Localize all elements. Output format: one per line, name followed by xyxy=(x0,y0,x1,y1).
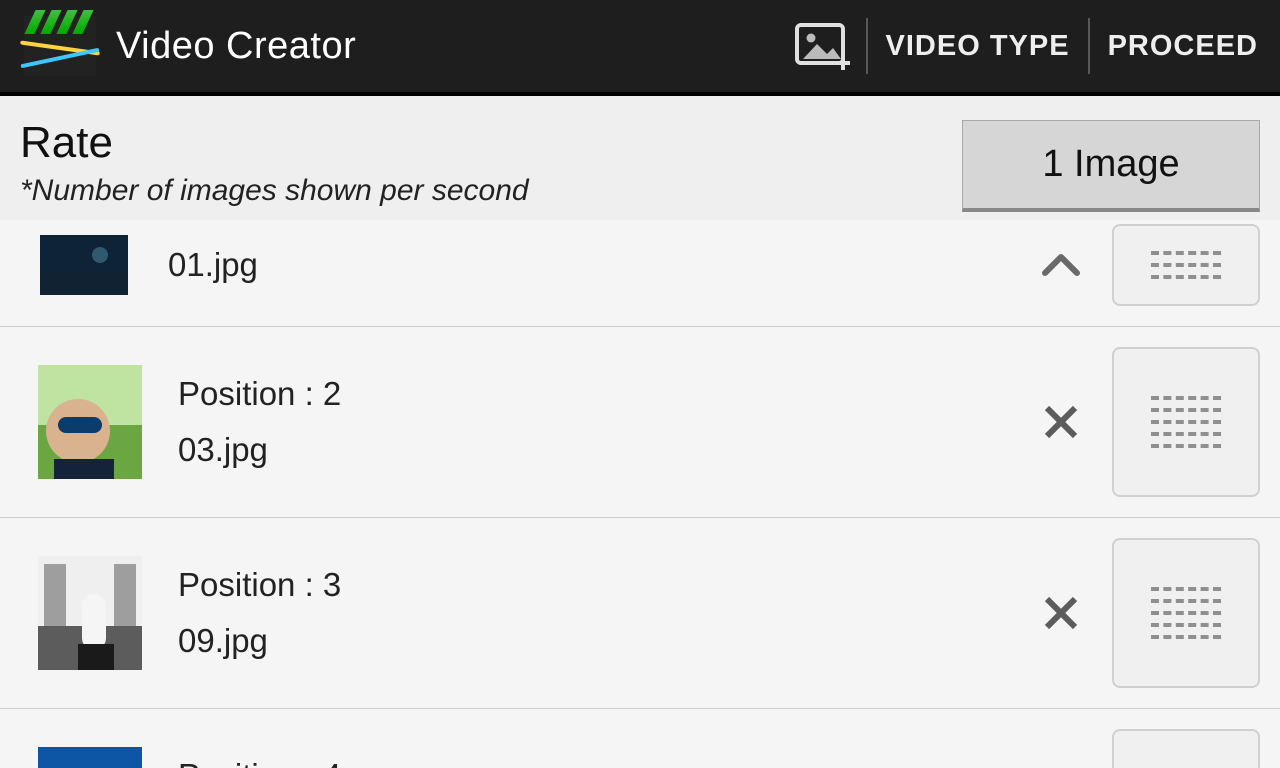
drag-handle[interactable] xyxy=(1112,347,1260,497)
thumbnail xyxy=(38,556,142,670)
remove-icon[interactable] xyxy=(1026,387,1096,457)
app-icon xyxy=(24,16,96,76)
add-image-icon[interactable] xyxy=(794,22,852,70)
position-label: Position : 2 xyxy=(178,375,1026,413)
drag-handle[interactable] xyxy=(1112,538,1260,688)
drag-handle[interactable] xyxy=(1112,729,1260,768)
list-item: Position : 4 12.jpg xyxy=(0,708,1280,768)
rate-picker-button[interactable]: 1 Image xyxy=(962,120,1260,212)
image-list: 01.jpg Position : 2 03.jpg xyxy=(0,220,1280,768)
list-item: Position : 2 03.jpg xyxy=(0,326,1280,517)
list-item: Position : 3 09.jpg xyxy=(0,517,1280,708)
thumbnail xyxy=(40,235,128,295)
filename: 03.jpg xyxy=(178,431,1026,469)
rate-subtitle: *Number of images shown per second xyxy=(20,174,962,208)
thumbnail xyxy=(38,747,142,768)
drag-handle[interactable] xyxy=(1112,224,1260,306)
filename: 01.jpg xyxy=(168,246,1026,284)
bar-separator xyxy=(1088,18,1090,74)
video-type-button[interactable]: VIDEO TYPE xyxy=(882,22,1074,71)
action-bar: Video Creator VIDEO TYPE PROCEED xyxy=(0,0,1280,96)
collapse-icon[interactable] xyxy=(1026,230,1096,300)
remove-icon[interactable] xyxy=(1026,578,1096,648)
bar-separator xyxy=(866,18,868,74)
rate-title: Rate xyxy=(20,118,962,168)
app-title: Video Creator xyxy=(116,25,356,68)
proceed-button[interactable]: PROCEED xyxy=(1104,22,1262,71)
position-label: Position : 4 xyxy=(178,757,1026,768)
thumbnail xyxy=(38,365,142,479)
list-item: 01.jpg xyxy=(0,220,1280,326)
rate-section: Rate *Number of images shown per second … xyxy=(0,96,1280,220)
filename: 09.jpg xyxy=(178,622,1026,660)
position-label: Position : 3 xyxy=(178,566,1026,604)
